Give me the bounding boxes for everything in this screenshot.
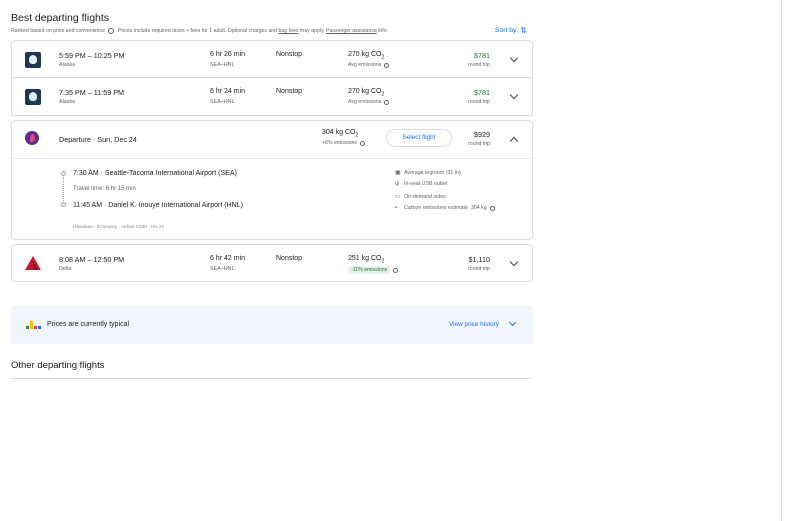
expanded-flight-card: Departure · Sun, Dec 24 304 kg CO2 +8% e…: [11, 120, 533, 240]
departure-dot: [61, 171, 66, 176]
price-type: round trip: [468, 266, 490, 272]
amenity-usb: ψ In-seat USB outlet: [395, 181, 447, 187]
flight-times: 7:35 PM – 11:59 PM: [59, 88, 124, 97]
flight-timeline: [61, 171, 66, 207]
sort-arrows-icon: ⇅: [520, 26, 527, 35]
flight-stops: Nonstop: [276, 255, 303, 262]
select-flight-button[interactable]: Select flight: [386, 129, 452, 147]
departure-detail: 7:30 AM · Seattle-Tacoma International A…: [73, 170, 237, 177]
flight-row[interactable]: 5:59 PM – 10:25 PM Alaska 6 hr 26 min SE…: [11, 40, 533, 78]
info-icon[interactable]: [393, 267, 399, 273]
alaska-logo-icon: [25, 89, 41, 105]
bar-blue: [38, 326, 41, 329]
flight-list: 5:59 PM – 10:25 PM Alaska 6 hr 26 min SE…: [11, 40, 533, 282]
expanded-flight-header[interactable]: Departure · Sun, Dec 24 304 kg CO2 +8% e…: [12, 121, 532, 159]
prices-text: Prices include required taxes + fees for…: [118, 28, 278, 34]
emissions-label: +8% emissions: [322, 140, 366, 146]
flight-duration: 6 hr 24 min: [210, 88, 246, 95]
flight-row[interactable]: 8:08 AM – 12:50 PM Delta 6 hr 42 min SEA…: [11, 244, 533, 282]
flight-route: SEA–HNL: [210, 99, 235, 105]
flight-times: 8:08 AM – 12:50 PM: [59, 255, 125, 264]
departure-label: Departure · Sun, Dec 24: [59, 135, 137, 144]
usb-icon: ψ: [395, 181, 400, 187]
price-bars-icon: [26, 321, 41, 329]
seat-icon: ▣: [395, 170, 401, 176]
price-type: round trip: [468, 62, 490, 68]
co2-icon: ▪: [395, 205, 398, 211]
co2-value: 251 kg CO2: [348, 255, 385, 265]
flight-price: $1,110: [468, 255, 490, 264]
flight-stops: Nonstop: [276, 51, 303, 58]
flight-route: SEA–HNL: [210, 62, 235, 68]
chevron-down-icon[interactable]: [509, 90, 519, 100]
flight-price: $929: [474, 130, 490, 139]
co2-value: 270 kg CO2: [348, 88, 385, 98]
prices-text-mid: may apply.: [299, 28, 325, 34]
ranking-info: Ranked based on price and convenience Pr…: [11, 26, 533, 36]
flight-times: 5:59 PM – 10:25 PM: [59, 51, 125, 60]
info-icon[interactable]: [384, 99, 390, 105]
passenger-assistance-link[interactable]: Passenger assistance: [326, 28, 377, 34]
info-icon[interactable]: [108, 28, 115, 34]
flight-price: $781: [474, 51, 490, 60]
airline-name: Alaska: [59, 62, 76, 68]
flight-route: SEA–HNL: [210, 266, 235, 272]
emissions-label: Avg emissions: [348, 62, 390, 68]
price-type: round trip: [468, 99, 490, 105]
flight-price: $781: [474, 88, 490, 97]
arrival-dot: [61, 202, 66, 207]
bar-red: [34, 326, 37, 329]
bar-green: [26, 326, 29, 329]
section-title: Best departing flights: [11, 12, 110, 24]
amenity-emissions: ▪ Carbon emissions estimate: 304 kg: [395, 205, 495, 211]
sort-by-label: Sort by:: [494, 27, 519, 34]
other-flights-title: Other departing flights: [11, 360, 105, 371]
chevron-up-icon[interactable]: [509, 136, 519, 146]
delta-logo-icon: [25, 256, 41, 270]
flight-duration: 6 hr 26 min: [210, 51, 246, 58]
amenity-legroom: ▣ Average legroom (31 in): [395, 169, 461, 177]
price-status-text: Prices are currently typical: [47, 321, 130, 328]
arrival-detail: 11:45 AM · Daniel K. Inouye Internationa…: [73, 202, 243, 209]
flight-stops: Nonstop: [276, 88, 303, 95]
bag-fees-link[interactable]: bag fees: [279, 28, 299, 34]
info-icon[interactable]: [360, 140, 366, 146]
timeline-line: [63, 177, 64, 201]
sort-by-button[interactable]: Sort by: ⇅: [495, 26, 527, 35]
flight-row[interactable]: 7:35 PM – 11:59 PM Alaska 6 hr 24 min SE…: [11, 78, 533, 116]
emissions-label: -11% emissions: [348, 266, 399, 274]
bar-yellow: [30, 321, 33, 329]
travel-time: Travel time: 6 hr 15 min: [73, 186, 136, 192]
chevron-down-icon[interactable]: [509, 53, 519, 63]
chevron-down-icon[interactable]: [508, 318, 517, 327]
video-icon: ▭: [395, 194, 401, 200]
chevron-down-icon[interactable]: [509, 257, 519, 267]
view-price-history-link[interactable]: View price history: [449, 321, 499, 328]
section-divider: [11, 378, 531, 379]
price-type: round trip: [468, 141, 490, 147]
hawaiian-logo-icon: [25, 131, 39, 147]
ranked-text: Ranked based on price and convenience: [11, 28, 106, 34]
airline-name: Alaska: [59, 99, 76, 105]
flight-meta: Hawaiian · Economy · Airbus A330 · HA 21: [73, 225, 165, 230]
right-divider: [781, 0, 782, 521]
info-icon[interactable]: [384, 62, 390, 68]
emissions-label: Avg emissions: [348, 99, 390, 105]
results-panel: Best departing flights Ranked based on p…: [11, 12, 533, 379]
price-insight-panel: Prices are currently typical View price …: [11, 306, 533, 344]
airline-name: Delta: [59, 266, 72, 272]
alaska-logo-icon: [25, 52, 41, 68]
flight-duration: 6 hr 42 min: [210, 255, 246, 262]
emissions-badge: -11% emissions: [348, 266, 391, 274]
co2-value: 270 kg CO2: [348, 51, 385, 61]
prices-text-post: info.: [378, 28, 389, 34]
info-icon[interactable]: [489, 205, 495, 211]
amenity-video: ▭ On-demand video: [395, 193, 447, 201]
co2-value: 304 kg CO2: [322, 129, 359, 139]
